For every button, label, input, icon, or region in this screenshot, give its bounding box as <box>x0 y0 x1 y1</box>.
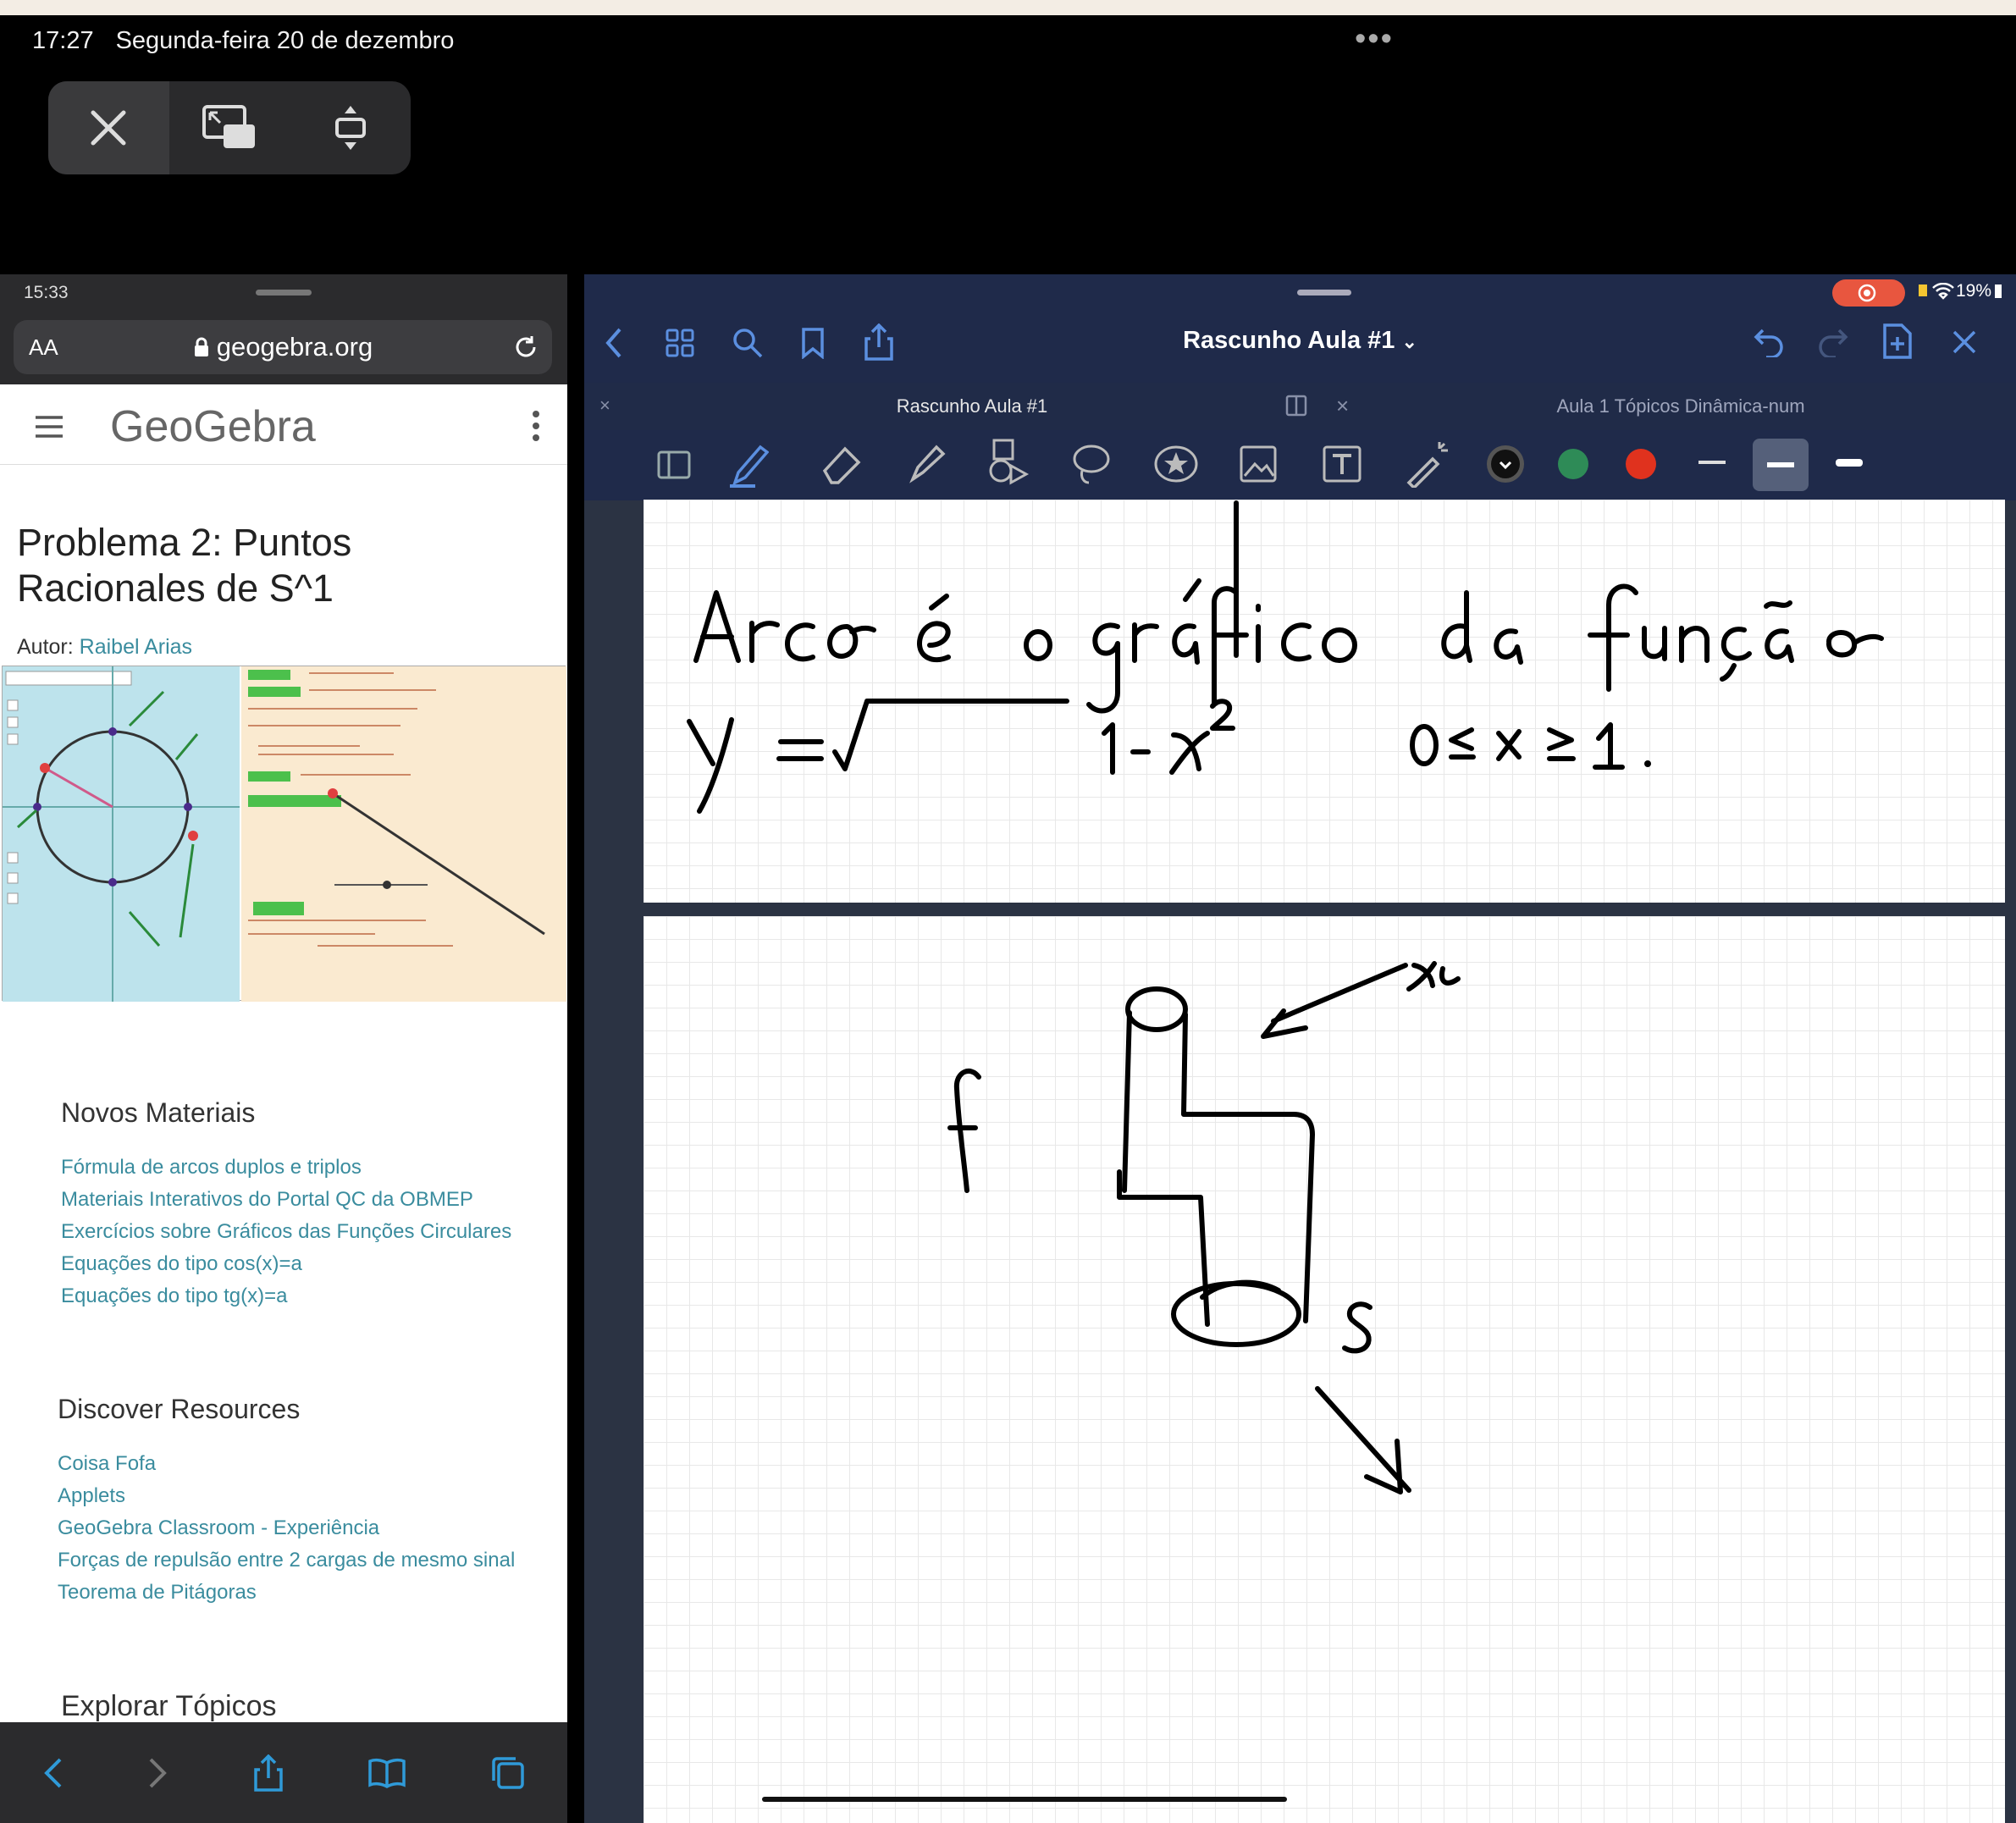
stroke-medium-selected[interactable] <box>1753 439 1809 491</box>
url-text: geogebra.org <box>216 332 373 362</box>
applet-graphics-view[interactable] <box>3 666 240 1002</box>
list-item[interactable]: Forças de repulsão entre 2 cargas de mes… <box>58 1544 515 1577</box>
elements-icon[interactable] <box>1153 444 1199 484</box>
record-icon <box>1858 284 1876 302</box>
author-line: Autor: Raibel Arias <box>17 635 193 659</box>
resize-icon <box>334 106 366 150</box>
stroke-thick[interactable] <box>1836 459 1863 467</box>
top-strip <box>0 0 2016 15</box>
unit-circle-graphic <box>3 666 240 1002</box>
page-title: Problema 2: Puntos Racionales de S^1 <box>17 521 352 610</box>
home-indicator[interactable] <box>762 1797 1287 1802</box>
drag-handle[interactable] <box>256 290 312 296</box>
applet-controls-graphic <box>248 670 545 947</box>
browser-window: 15:33 AA geogebra.org GeoGebra Problema … <box>0 274 567 1823</box>
shapes-icon[interactable] <box>986 439 1030 486</box>
multitask-dots-icon[interactable]: ••• <box>1355 23 1394 55</box>
handwriting-page1 <box>687 500 1884 814</box>
list-item[interactable]: Materiais Interativos do Portal QC da OB… <box>61 1184 511 1216</box>
reload-icon[interactable] <box>513 334 539 360</box>
list-item[interactable]: Exercícios sobre Gráficos das Funções Ci… <box>61 1216 511 1248</box>
text-tool-icon[interactable] <box>1323 445 1361 483</box>
color-swatch-green[interactable] <box>1556 447 1590 481</box>
hamburger-menu-icon[interactable] <box>34 415 64 439</box>
discover-list: Coisa Fofa Applets GeoGebra Classroom - … <box>58 1448 515 1609</box>
note-page-1[interactable] <box>643 500 2005 903</box>
applet-algebra-view[interactable] <box>241 666 566 1002</box>
picture-in-picture-controls <box>48 81 411 174</box>
redo-icon[interactable] <box>1817 327 1849 357</box>
battery-icon <box>1995 284 2002 298</box>
resize-button[interactable] <box>290 81 411 174</box>
drag-handle[interactable] <box>1297 290 1351 296</box>
add-page-icon[interactable] <box>1881 323 1912 359</box>
share-icon[interactable] <box>253 1754 284 1792</box>
address-bar: AA geogebra.org <box>0 317 567 384</box>
undo-icon[interactable] <box>1753 327 1785 357</box>
highlighter-icon[interactable] <box>904 440 947 488</box>
browser-clock: 15:33 <box>24 283 69 302</box>
clock: 17:27 <box>32 26 94 54</box>
new-materials-list: Fórmula de arcos duplos e triplos Materi… <box>61 1152 511 1312</box>
image-icon[interactable] <box>1240 445 1277 483</box>
geogebra-applet[interactable] <box>2 666 566 1002</box>
tabs-icon[interactable] <box>490 1755 526 1791</box>
date: Segunda-feira 20 de dezembro <box>115 26 455 54</box>
chevron-down-icon: ⌄ <box>1401 331 1417 352</box>
note-page-2[interactable] <box>643 916 2005 1823</box>
document-title[interactable]: Rascunho Aula #1 ⌄ <box>584 327 2016 355</box>
list-item[interactable]: Equações do tipo tg(x)=a <box>61 1280 511 1312</box>
close-pip-button[interactable] <box>48 81 169 174</box>
split-view-icon[interactable] <box>1285 395 1311 418</box>
author-link[interactable]: Raibel Arias <box>80 635 192 659</box>
color-swatch-black[interactable] <box>1485 444 1526 484</box>
close-icon <box>91 110 126 146</box>
list-item[interactable]: Fórmula de arcos duplos e triplos <box>61 1152 511 1184</box>
stroke-thin[interactable] <box>1698 461 1726 466</box>
pip-mode-button[interactable] <box>169 81 290 174</box>
reading-mode-icon[interactable] <box>657 449 691 481</box>
notes-top-area: 19% Rascunho Aula #1 ⌄ × Rascunho Aula #… <box>584 274 2016 500</box>
notes-app-window: 19% Rascunho Aula #1 ⌄ × Rascunho Aula #… <box>584 274 2016 1823</box>
browser-status-bar: 15:33 <box>0 274 567 317</box>
back-icon[interactable] <box>41 1756 64 1790</box>
list-item[interactable]: Equações do tipo cos(x)=a <box>61 1248 511 1280</box>
explore-heading: Explorar Tópicos <box>61 1690 277 1722</box>
eraser-icon[interactable] <box>820 442 865 486</box>
list-item[interactable]: GeoGebra Classroom - Experiência <box>58 1512 515 1544</box>
list-item[interactable]: Applets <box>58 1480 515 1512</box>
drawing-toolbar <box>584 430 2016 500</box>
close-icon[interactable] <box>1951 329 1978 356</box>
mic-indicator <box>1919 284 1927 296</box>
browser-toolbar <box>0 1722 567 1823</box>
list-item[interactable]: Teorema de Pitágoras <box>58 1577 515 1609</box>
lasso-icon[interactable] <box>1070 442 1113 486</box>
ipad-status-bar: 17:27 Segunda-feira 20 de dezembro <box>32 25 454 56</box>
geogebra-header: GeoGebra <box>0 384 567 465</box>
bookmarks-icon[interactable] <box>367 1758 406 1788</box>
battery-percent: 19% <box>1956 281 1992 301</box>
new-materials-heading: Novos Materiais <box>61 1097 256 1128</box>
tab-aula-1[interactable]: Aula 1 Tópicos Dinâmica-num <box>1346 383 2015 430</box>
forward-icon[interactable] <box>147 1756 169 1790</box>
url-field[interactable]: AA geogebra.org <box>14 320 552 374</box>
color-swatch-red[interactable] <box>1624 447 1658 481</box>
handwriting-page2 <box>947 961 1461 1494</box>
document-tabs: × Rascunho Aula #1 × Aula 1 Tópicos Dinâ… <box>584 383 2016 430</box>
laser-pointer-icon[interactable] <box>1404 439 1451 488</box>
pip-icon <box>202 105 255 148</box>
list-item[interactable]: Coisa Fofa <box>58 1448 515 1480</box>
wifi-icon <box>1932 283 1954 300</box>
tab-rascunho[interactable]: Rascunho Aula #1 <box>599 383 1345 430</box>
discover-heading: Discover Resources <box>58 1394 301 1424</box>
more-options-icon[interactable] <box>532 410 540 442</box>
text-size-button[interactable]: AA <box>29 334 58 361</box>
stroke-medium-line <box>1767 462 1794 467</box>
pen-icon[interactable] <box>726 440 769 488</box>
geogebra-logo[interactable]: GeoGebra <box>110 401 316 452</box>
lock-icon <box>194 337 208 356</box>
